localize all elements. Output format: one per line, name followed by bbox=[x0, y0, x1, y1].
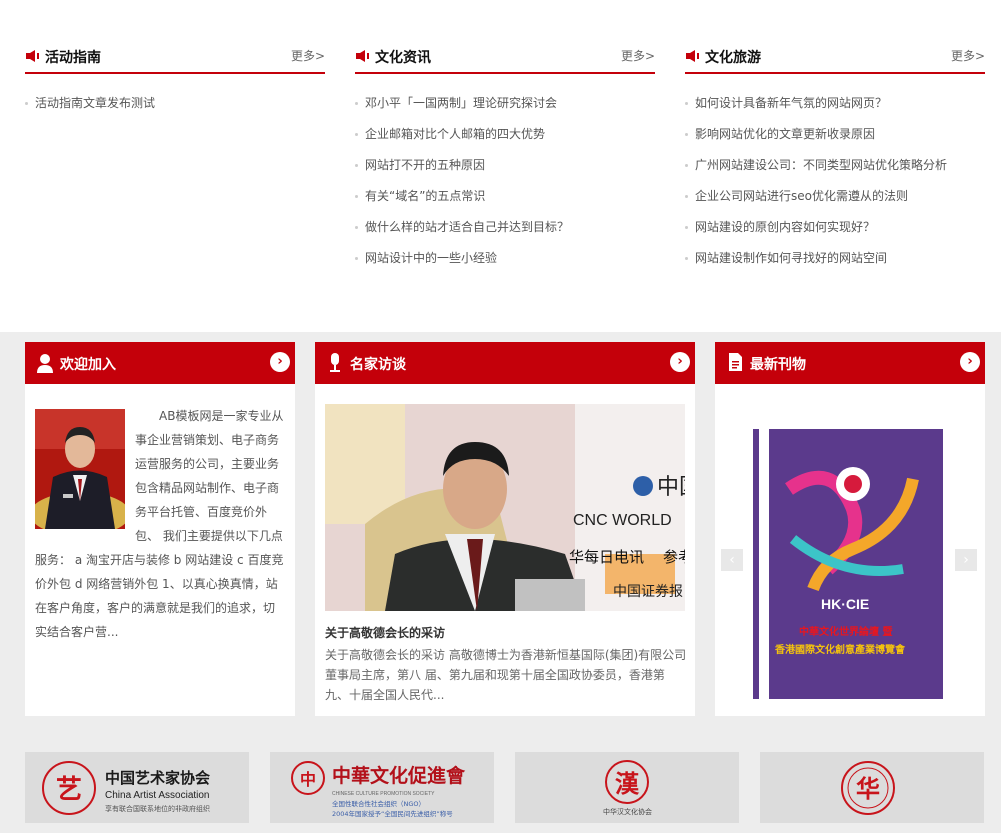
more-link[interactable]: 更多> bbox=[621, 47, 655, 64]
speaker-icon bbox=[26, 50, 39, 62]
speaker-icon bbox=[356, 50, 369, 62]
partner-logo-culture-promotion-society[interactable]: 中 中華文化促進會 CHINESE CULTURE PROMOTION SOCI… bbox=[270, 752, 494, 823]
panel-header: 欢迎加入 › bbox=[25, 342, 295, 384]
speaker-icon bbox=[686, 50, 699, 62]
column-header: 活动指南 更多> bbox=[25, 44, 325, 74]
backdrop-text: CNC WORLD bbox=[573, 512, 672, 529]
news-item[interactable]: 企业公司网站进行seo优化需遵从的法则 bbox=[685, 187, 985, 218]
news-item[interactable]: 企业邮箱对比个人邮箱的四大优势 bbox=[355, 125, 655, 156]
partner-logo-han-culture[interactable]: 漢 中华汉文化协会 bbox=[515, 752, 739, 823]
chevron-right-icon[interactable]: › bbox=[960, 352, 980, 372]
news-list: 邓小平「一国两制」理论研究探讨会 企业邮箱对比个人邮箱的四大优势 网站打不开的五… bbox=[355, 94, 655, 280]
publication-panel: 最新刊物 › HK·CIE 中華文化世界論壇 暨 香港國際文化創意產業博覽會 ‹… bbox=[715, 342, 985, 716]
more-link[interactable]: 更多> bbox=[291, 47, 325, 64]
backdrop-text: 中国 bbox=[657, 474, 685, 499]
panel-title: 欢迎加入 bbox=[60, 357, 116, 373]
news-item[interactable]: 活动指南文章发布测试 bbox=[25, 94, 325, 125]
feature-band: 欢迎加入 › AB模板网是一家专业从事企业营销策划、电子商务运营服务的公司，主要… bbox=[0, 332, 1001, 833]
news-item[interactable]: 网站建设的原创内容如何实现好？ bbox=[685, 218, 985, 249]
cover-line: 香港國際文化創意產業博覽會 bbox=[775, 643, 906, 656]
chevron-right-icon[interactable]: › bbox=[270, 352, 290, 372]
seal-char: 艺 bbox=[56, 775, 82, 805]
interview-panel: 名家访谈 › CNC WORLD 华每日电讯 参考 中国证券报 中国 bbox=[315, 342, 695, 716]
seal-char: 中 bbox=[300, 770, 316, 789]
column-header: 文化资讯 更多> bbox=[355, 44, 655, 74]
backdrop-text: 中国证券报 bbox=[613, 583, 683, 599]
news-item[interactable]: 如何设计具备新年气氛的网站网页？ bbox=[685, 94, 985, 125]
logo-sub: 2004年国家授予“全国民间先进组织”称号 bbox=[332, 809, 453, 818]
logo-sub: 享有联合国联系地位的非政府组织 bbox=[105, 804, 210, 813]
cover-brand: HK·CIE bbox=[821, 596, 869, 612]
news-item[interactable]: 做什么样的站才适合自己并达到目标？ bbox=[355, 218, 655, 249]
chevron-right-icon[interactable]: › bbox=[670, 352, 690, 372]
column-header: 文化旅游 更多> bbox=[685, 44, 985, 74]
user-icon bbox=[37, 354, 53, 373]
news-list: 活动指南文章发布测试 bbox=[25, 94, 325, 125]
article-summary: 关于高敬德会长的采访 高敬德博士为香港新恒基国际(集团)有限公司董事局主席，第八… bbox=[325, 648, 687, 702]
cover-line: 中華文化世界論壇 暨 bbox=[799, 625, 892, 638]
more-link[interactable]: 更多> bbox=[951, 47, 985, 64]
prev-slide-button[interactable]: ‹ bbox=[721, 549, 743, 571]
panel-title: 最新刊物 bbox=[750, 357, 806, 373]
logo-name-en: CHINESE CULTURE PROMOTION SOCIETY bbox=[332, 791, 435, 797]
news-item[interactable]: 网站建设制作如何寻找好的网站空间 bbox=[685, 249, 985, 280]
column-title: 文化资讯 bbox=[375, 50, 431, 66]
news-item[interactable]: 广州网站建设公司：不同类型网站优化策略分析 bbox=[685, 156, 985, 187]
column-title: 文化旅游 bbox=[705, 50, 761, 66]
publication-cover[interactable]: HK·CIE 中華文化世界論壇 暨 香港國際文化創意產業博覽會 bbox=[753, 429, 943, 699]
logo-name: 中国艺术家协会 bbox=[105, 769, 210, 787]
backdrop-text: 华每日电讯 bbox=[569, 549, 644, 566]
panel-header: 名家访谈 › bbox=[315, 342, 695, 384]
news-column-culture-tourism: 文化旅游 更多> 如何设计具备新年气氛的网站网页？ 影响网站优化的文章更新收录原… bbox=[685, 44, 985, 280]
news-list: 如何设计具备新年气氛的网站网页？ 影响网站优化的文章更新收录原因 广州网站建设公… bbox=[685, 94, 985, 280]
interview-photo[interactable]: CNC WORLD 华每日电讯 参考 中国证券报 中国 bbox=[325, 404, 685, 611]
logo-sub: 全国性联合性社会组织（NGO） bbox=[332, 799, 425, 808]
welcome-intro: AB模板网是一家专业从事企业营销策划、电子商务运营服务的公司，主要业务包含精品网… bbox=[35, 404, 285, 644]
column-title: 活动指南 bbox=[45, 50, 101, 66]
article-title[interactable]: 关于高敬德会长的采访 bbox=[325, 624, 445, 641]
logo-name-en: China Artist Association bbox=[105, 790, 210, 801]
news-item[interactable]: 有关“域名”的五点常识 bbox=[355, 187, 655, 218]
welcome-panel: 欢迎加入 › AB模板网是一家专业从事企业营销策划、电子商务运营服务的公司，主要… bbox=[25, 342, 295, 716]
panel-title: 名家访谈 bbox=[350, 357, 406, 373]
logo-name: 中華文化促進會 bbox=[332, 764, 466, 787]
news-item[interactable]: 影响网站优化的文章更新收录原因 bbox=[685, 125, 985, 156]
next-slide-button[interactable]: › bbox=[955, 549, 977, 571]
news-item[interactable]: 网站打不开的五种原因 bbox=[355, 156, 655, 187]
news-item[interactable]: 邓小平「一国两制」理论研究探讨会 bbox=[355, 94, 655, 125]
seal-char: 华 bbox=[856, 774, 880, 803]
logo-sub: 中华汉文化协会 bbox=[603, 807, 652, 816]
microphone-icon bbox=[330, 353, 340, 372]
news-column-culture-news: 文化资讯 更多> 邓小平「一国两制」理论研究探讨会 企业邮箱对比个人邮箱的四大优… bbox=[355, 44, 655, 280]
partner-logo-china-artist-association[interactable]: 艺 中国艺术家协会 China Artist Association 享有联合国… bbox=[25, 752, 249, 823]
news-column-activity-guide: 活动指南 更多> 活动指南文章发布测试 bbox=[25, 44, 325, 125]
document-icon bbox=[729, 353, 742, 371]
news-item[interactable]: 网站设计中的一些小经验 bbox=[355, 249, 655, 280]
panel-header: 最新刊物 › bbox=[715, 342, 985, 384]
seal-char: 漢 bbox=[615, 769, 640, 798]
backdrop-text: 参考 bbox=[663, 549, 685, 566]
partner-logo-seal[interactable]: 华 bbox=[760, 752, 984, 823]
news-section: 活动指南 更多> 活动指南文章发布测试 文化资讯 更多> 邓小平「一国两制」理论… bbox=[0, 0, 1001, 332]
